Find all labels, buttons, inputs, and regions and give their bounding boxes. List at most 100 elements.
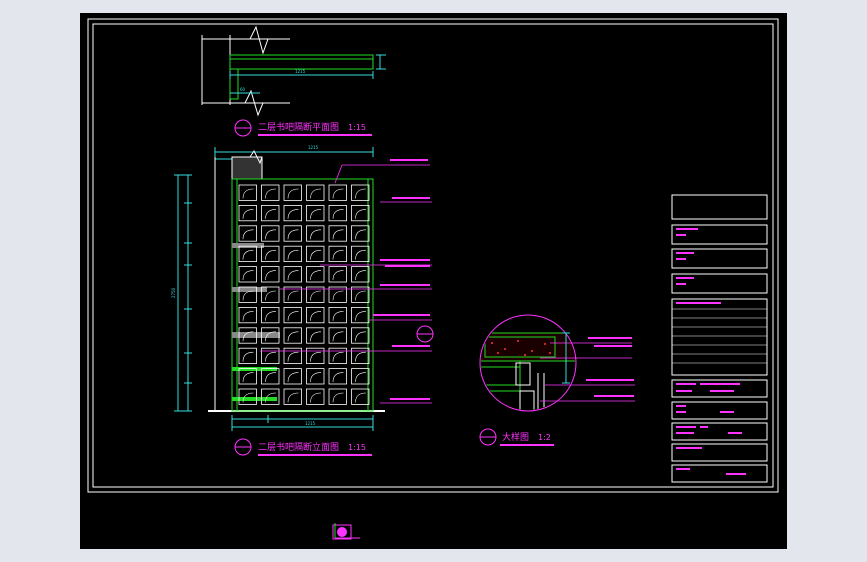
glass-block — [261, 184, 280, 201]
glass-block-curve — [265, 188, 277, 199]
glass-block-curve — [287, 188, 299, 199]
glass-block-curve — [242, 229, 254, 240]
glass-block — [306, 184, 325, 201]
glass-block — [238, 388, 257, 405]
glass-block — [238, 225, 257, 242]
glass-block — [283, 245, 302, 262]
plan-view: 1215 60 二层书吧隔断平面图 1:15 — [201, 25, 386, 137]
glass-block-curve — [265, 290, 277, 301]
glass-block — [328, 225, 347, 242]
detail-view: 大样图 1:2 — [479, 314, 635, 446]
glass-block-curve — [355, 188, 367, 199]
glass-block-curve — [265, 209, 277, 219]
elevation-leader-text — [373, 159, 430, 400]
glass-block — [261, 245, 280, 262]
glass-block-curve — [265, 249, 277, 260]
elev-dim-top: 1215 — [308, 145, 319, 150]
glass-block — [351, 388, 370, 405]
glass-block-curve — [355, 270, 367, 281]
glass-block — [261, 204, 280, 222]
glass-block-curve — [265, 229, 277, 240]
glass-block — [351, 306, 370, 324]
glass-block-curve — [287, 270, 299, 281]
glass-block-curve — [332, 209, 344, 219]
glass-block — [283, 368, 302, 385]
glass-block — [351, 184, 370, 201]
title-block — [671, 194, 768, 483]
glass-block-curve — [287, 311, 299, 321]
glass-block-curve — [287, 229, 299, 240]
glass-block — [351, 347, 370, 365]
glass-block-curve — [332, 392, 344, 403]
glass-block — [328, 347, 347, 365]
tb-logo-cell — [671, 194, 768, 220]
cad-viewport[interactable]: 1215 60 二层书吧隔断平面图 1:15 1215 2750 1215 二层… — [80, 13, 787, 549]
glass-block-curve — [310, 351, 322, 362]
glass-block — [306, 368, 325, 385]
glass-block — [238, 245, 257, 262]
detail-title: 大样图 — [502, 431, 529, 443]
glass-block-curve — [332, 351, 344, 362]
glass-block — [328, 368, 347, 385]
elev-dim-bottom: 1215 — [305, 421, 316, 426]
glass-block — [306, 204, 325, 222]
glass-block — [261, 347, 280, 365]
plan-dim-width: 1215 — [295, 69, 306, 74]
glass-block-curve — [265, 311, 277, 321]
detail-scale: 1:2 — [538, 433, 551, 442]
tb-revision-table — [671, 298, 768, 376]
glass-block-curve — [310, 392, 322, 403]
tb-date-cell — [671, 422, 768, 441]
glass-block — [306, 266, 325, 283]
glass-block-curve — [265, 270, 277, 281]
elevation-scale: 1:15 — [348, 443, 366, 452]
glass-block-curve — [332, 188, 344, 199]
glass-block — [306, 327, 325, 344]
glass-block — [328, 184, 347, 201]
elev-dim-height: 2750 — [171, 287, 176, 298]
glass-block — [283, 184, 302, 201]
glass-block-curve — [287, 392, 299, 403]
glass-block — [238, 347, 257, 365]
glass-block — [351, 266, 370, 283]
glass-block — [238, 184, 257, 201]
glass-block — [261, 306, 280, 324]
cad-drawing: 1215 60 二层书吧隔断平面图 1:15 1215 2750 1215 二层… — [87, 18, 779, 540]
glass-block-curve — [355, 209, 367, 219]
glass-block-curve — [332, 270, 344, 281]
glass-block — [283, 225, 302, 242]
glass-block-curve — [332, 229, 344, 240]
glass-block — [283, 266, 302, 283]
glass-block-curve — [310, 188, 322, 199]
glass-block-curve — [242, 188, 254, 199]
glass-block — [328, 306, 347, 324]
glass-block-curve — [287, 331, 299, 342]
glass-block — [283, 204, 302, 222]
outer-border — [87, 18, 779, 493]
glass-block — [283, 306, 302, 324]
glass-block-curve — [310, 229, 322, 240]
glass-block — [351, 327, 370, 344]
tb-number-cell — [671, 464, 768, 483]
plan-title: 二层书吧隔断平面图 — [258, 121, 339, 133]
tb-client-cell — [671, 248, 768, 269]
glass-block — [306, 245, 325, 262]
glass-block-curve — [310, 311, 322, 321]
glass-block — [351, 245, 370, 262]
glass-block — [238, 306, 257, 324]
glass-block-curve — [332, 290, 344, 301]
glass-block — [261, 388, 280, 405]
glass-block-curve — [355, 229, 367, 240]
glass-block — [238, 266, 257, 283]
glass-block-curve — [287, 290, 299, 301]
glass-block-curve — [310, 290, 322, 301]
glass-block — [351, 368, 370, 385]
glass-block-curve — [332, 249, 344, 260]
glass-block — [306, 306, 325, 324]
glass-block — [283, 347, 302, 365]
elevation-view: 1215 2750 1215 二层书吧隔断立面图 1:15 — [171, 145, 434, 456]
glass-block — [283, 388, 302, 405]
glass-block-curve — [355, 311, 367, 321]
glass-block-curve — [287, 249, 299, 260]
glass-block — [328, 245, 347, 262]
